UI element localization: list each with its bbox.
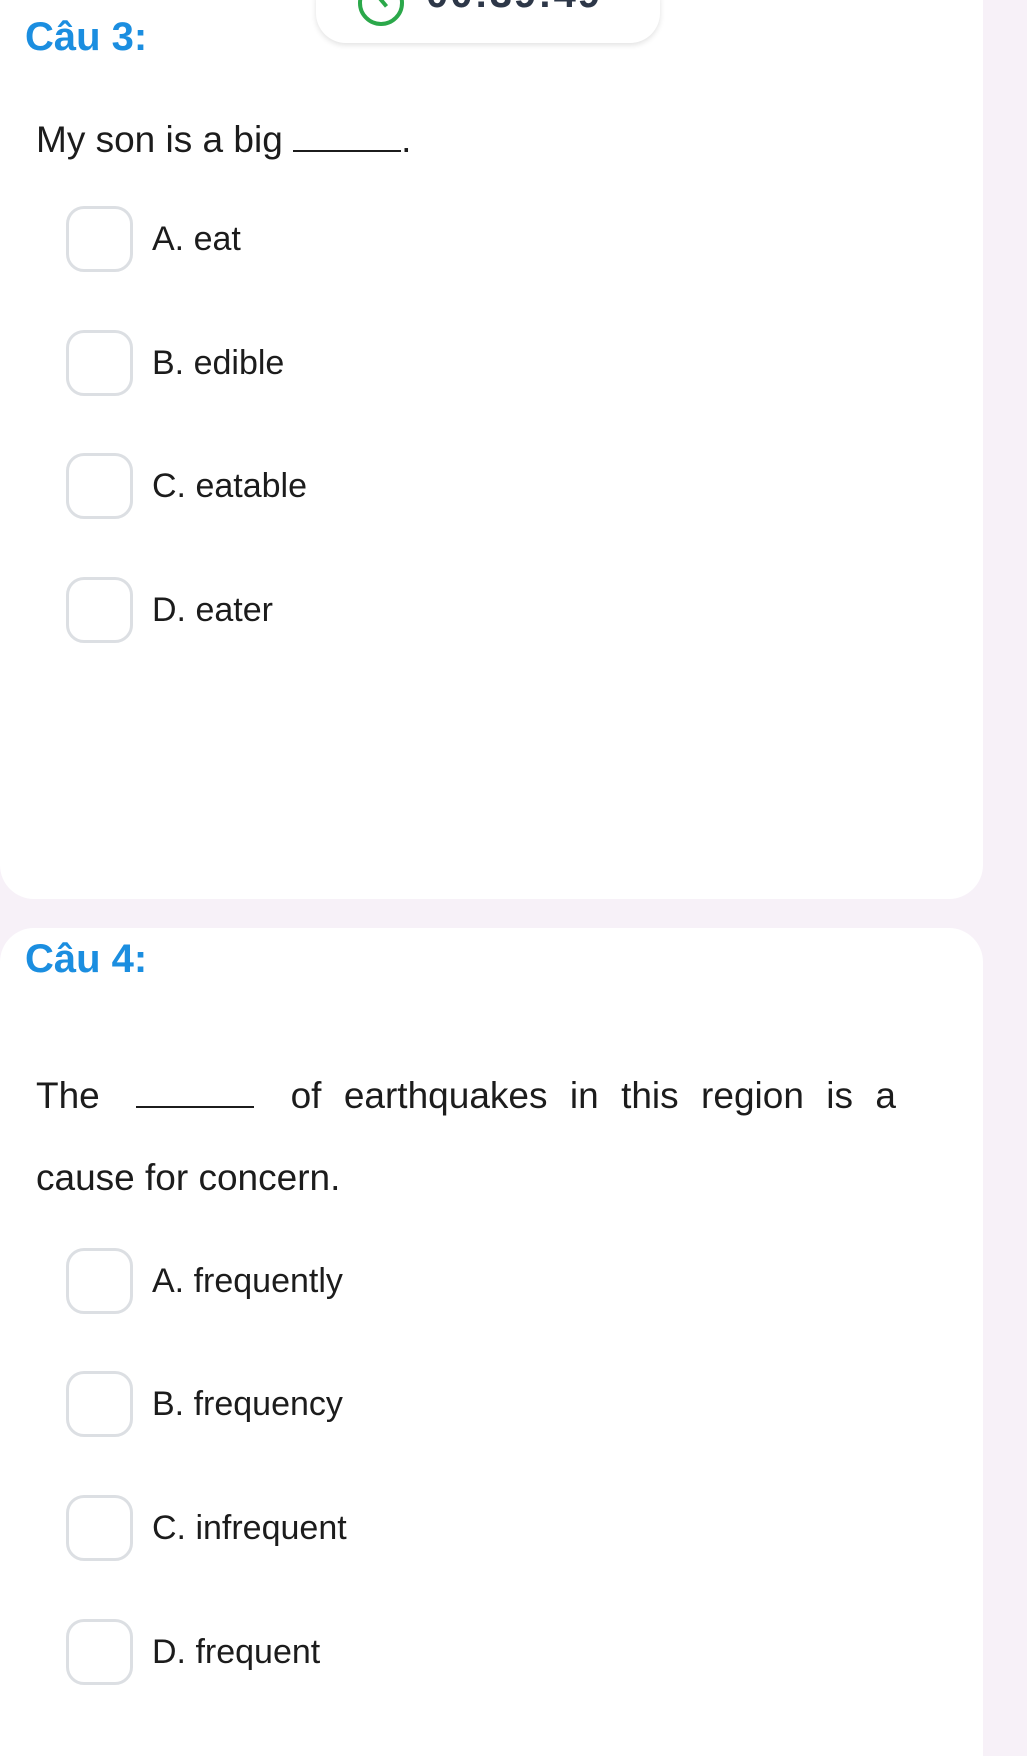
radio-checkbox[interactable] (66, 330, 133, 396)
question-label: Câu 3: (25, 15, 148, 59)
question-label: Câu 4: (25, 937, 148, 981)
option-label: D. frequent (152, 1632, 321, 1671)
option-a[interactable]: A. eat (66, 206, 241, 272)
option-label: D. eater (152, 590, 273, 629)
option-label: A. frequently (152, 1261, 343, 1300)
option-d[interactable]: D. eater (66, 577, 273, 643)
question-text: The of earthquakes in this region is a c… (36, 1055, 896, 1219)
question-text-after: . (401, 119, 412, 160)
option-label: B. frequency (152, 1384, 343, 1423)
question-text: My son is a big . (36, 99, 896, 181)
option-label: B. edible (152, 343, 285, 382)
radio-checkbox[interactable] (66, 1248, 133, 1314)
radio-checkbox[interactable] (66, 1495, 133, 1561)
question-text-before: My son is a big (36, 119, 283, 160)
radio-checkbox[interactable] (66, 1619, 133, 1685)
radio-checkbox[interactable] (66, 453, 133, 519)
question-text-before: The (36, 1075, 100, 1116)
radio-checkbox[interactable] (66, 206, 133, 272)
radio-checkbox[interactable] (66, 1371, 133, 1437)
option-b[interactable]: B. edible (66, 330, 284, 396)
option-a[interactable]: A. frequently (66, 1248, 343, 1314)
option-label: A. eat (152, 219, 241, 258)
option-label: C. infrequent (152, 1508, 347, 1547)
option-label: C. eatable (152, 466, 307, 505)
timer-value: 00:39:49 (426, 0, 602, 14)
option-c[interactable]: C. infrequent (66, 1495, 347, 1561)
question-card-4: Câu 4: The of earthquakes in this region… (0, 928, 983, 1756)
answer-blank (293, 122, 402, 152)
timer-pill: 00:39:49 (316, 0, 660, 43)
clock-icon (358, 0, 404, 26)
answer-blank (136, 1078, 255, 1108)
option-d[interactable]: D. frequent (66, 1619, 320, 1685)
option-b[interactable]: B. frequency (66, 1371, 343, 1437)
radio-checkbox[interactable] (66, 577, 133, 643)
option-c[interactable]: C. eatable (66, 453, 307, 519)
question-card-3: 00:39:49 Câu 3: My son is a big . A. eat… (0, 0, 983, 899)
